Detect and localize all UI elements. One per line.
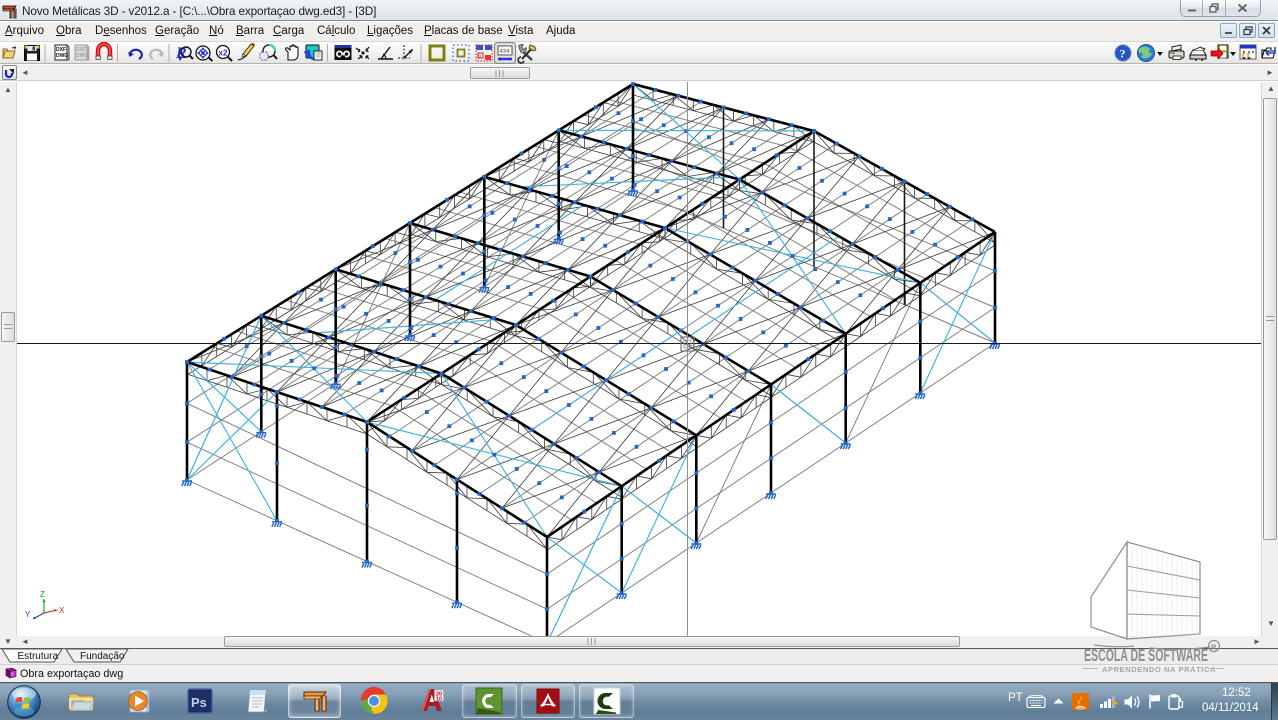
svg-text:X: X — [59, 606, 65, 615]
svg-text:Estrutura: Estrutura — [18, 651, 59, 662]
svg-text:10: 10 — [436, 697, 442, 703]
svg-text:DWG: DWG — [56, 53, 68, 59]
svg-text:?: ? — [1120, 47, 1126, 61]
svg-text:Z: Z — [40, 590, 45, 599]
svg-text:R: R — [1211, 643, 1217, 652]
svg-text:Ps: Ps — [191, 695, 207, 710]
svg-text:ESCOLA DE SOFTWARE: ESCOLA DE SOFTWARE — [1084, 645, 1208, 665]
svg-text:434: 434 — [500, 48, 511, 55]
svg-text:Y: Y — [25, 610, 31, 619]
svg-text:Fundação: Fundação — [80, 651, 125, 662]
svg-text:x2: x2 — [219, 49, 228, 58]
svg-text:DWG: DWG — [76, 53, 88, 59]
svg-text:o: o — [478, 54, 481, 60]
svg-text:APRENDENDO NA PRÁTICA: APRENDENDO NA PRÁTICA — [1102, 665, 1216, 674]
